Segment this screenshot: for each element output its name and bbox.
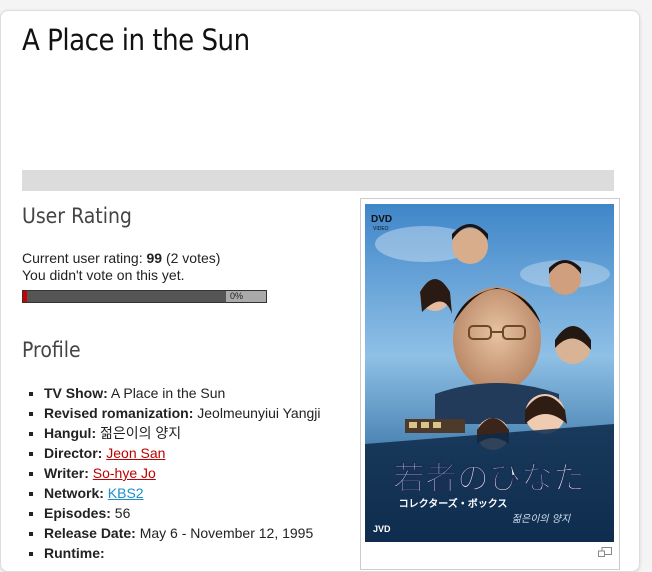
profile-item: Network: KBS2	[44, 483, 321, 503]
rating-votes: (2 votes)	[165, 250, 221, 266]
poster-title: 若者のひなた	[393, 459, 585, 497]
rating-percent: 0%	[230, 291, 244, 301]
enlarge-icon[interactable]	[598, 547, 612, 557]
director-link[interactable]: Jeon San	[106, 445, 165, 461]
profile-heading: Profile	[22, 338, 81, 362]
dvd-logo: DVD	[371, 214, 392, 225]
user-rating-heading: User Rating	[22, 204, 132, 228]
network-link[interactable]: KBS2	[108, 485, 144, 501]
profile-item: Release Date: May 6 - November 12, 1995	[44, 523, 321, 543]
dvd-cover-image[interactable]: DVD VIDEO 若者のひなた コレクターズ・ボックス 젊은이의 양지 JVD	[365, 204, 614, 542]
content-card: A Place in the Sun User Rating Current u…	[0, 10, 640, 572]
profile-item: Revised romanization: Jeolmeunyiui Yangj…	[44, 403, 321, 423]
profile-item: Runtime:	[44, 543, 321, 563]
writer-link[interactable]: So-hye Jo	[93, 465, 156, 481]
profile-item: Director: Jeon San	[44, 443, 321, 463]
rating-slider[interactable]: 0%	[22, 290, 267, 303]
rating-bar-marker	[23, 291, 27, 302]
poster-subtitle: コレクターズ・ボックス	[399, 497, 508, 510]
page-title: A Place in the Sun	[22, 23, 250, 57]
profile-item: TV Show: A Place in the Sun	[44, 383, 321, 403]
poster-frame: DVD VIDEO 若者のひなた コレクターズ・ボックス 젊은이의 양지 JVD	[360, 198, 620, 570]
rating-bar-fill	[23, 291, 226, 302]
rating-summary: Current user rating: 99 (2 votes) You di…	[22, 250, 220, 284]
publisher-logo: JVD	[373, 524, 391, 534]
rating-label: Current user rating:	[22, 250, 143, 266]
poster-korean-title: 젊은이의 양지	[512, 513, 571, 525]
dvd-video-label: VIDEO	[373, 226, 389, 232]
not-voted-text: You didn't vote on this yet.	[22, 267, 185, 283]
profile-item: Writer: So-hye Jo	[44, 463, 321, 483]
profile-item: Hangul: 젊은이의 양지	[44, 423, 321, 443]
rating-score: 99	[146, 250, 163, 266]
profile-item: Episodes: 56	[44, 503, 321, 523]
ad-placeholder-bar	[22, 170, 614, 191]
profile-list: TV Show: A Place in the Sun Revised roma…	[22, 383, 321, 563]
